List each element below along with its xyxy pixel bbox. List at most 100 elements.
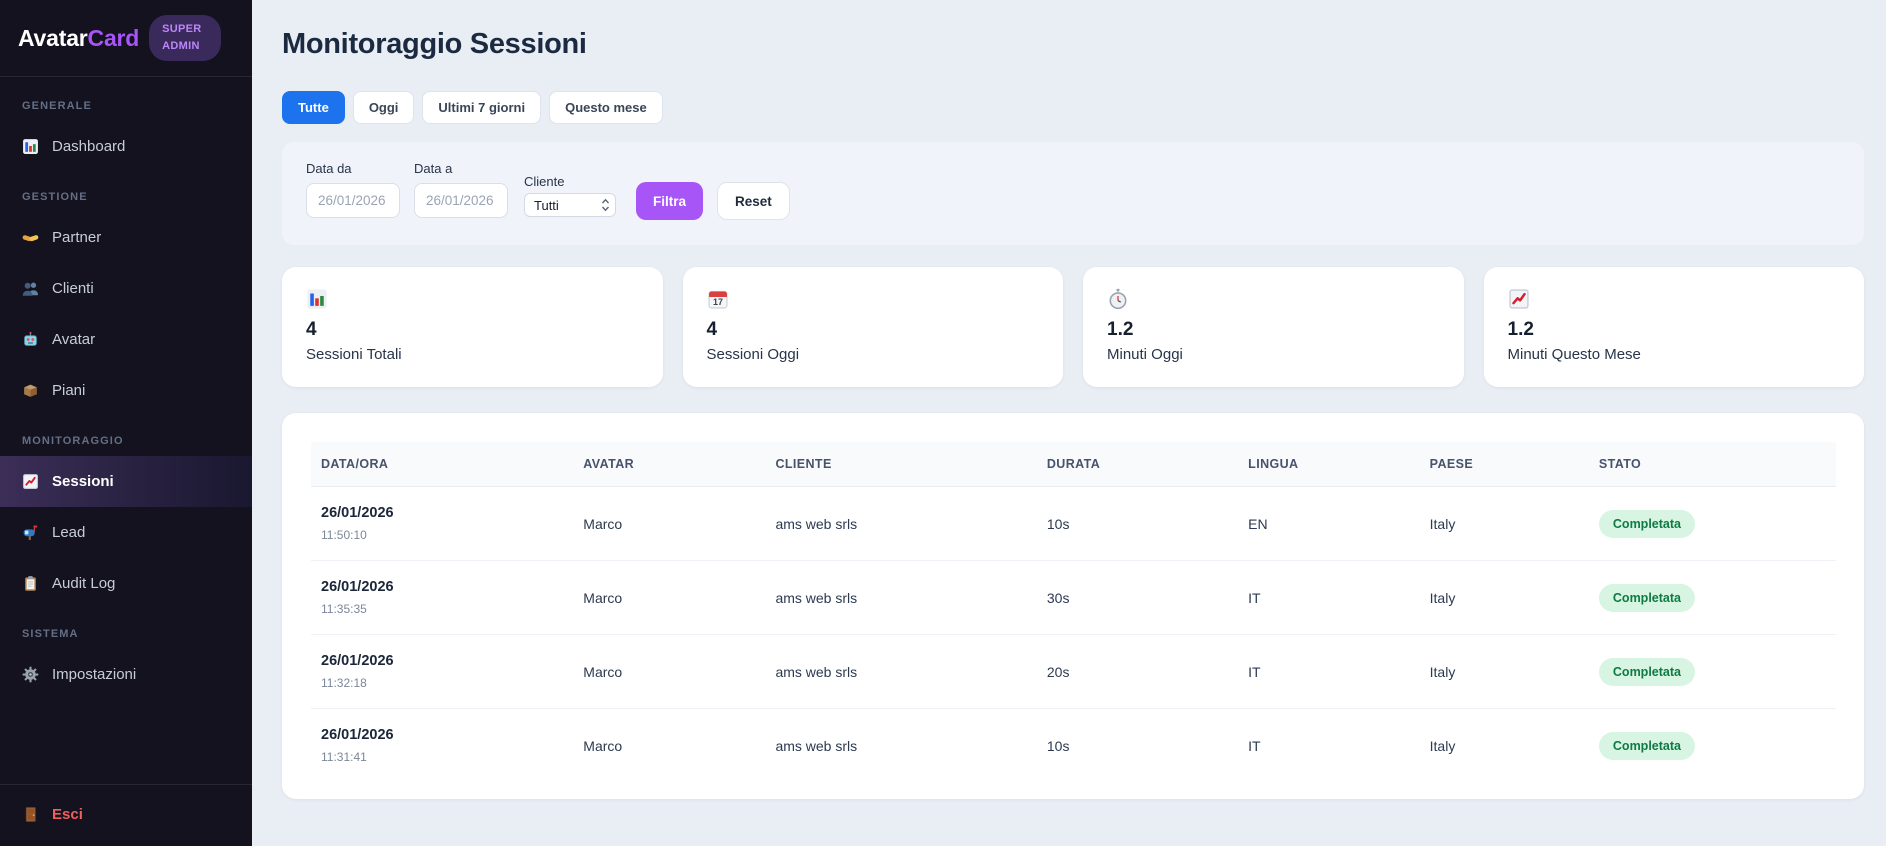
- date-to-field: Data a: [414, 161, 508, 218]
- bar-chart-icon: [23, 139, 38, 155]
- table-row: 26/01/2026 11:32:18 Marco ams web srls 20…: [311, 634, 1836, 709]
- users-icon: [22, 282, 38, 296]
- select-chevrons-icon: [601, 198, 610, 212]
- package-icon: [24, 384, 37, 397]
- page-title: Monitoraggio Sessioni: [282, 28, 587, 60]
- sidebar-nav: GENERALE Dashboard GESTIONE Partner Clie…: [0, 77, 252, 784]
- tab-tutte[interactable]: Tutte: [282, 91, 345, 124]
- session-lingua: IT: [1248, 737, 1261, 754]
- tab-questo-mese[interactable]: Questo mese: [549, 91, 663, 124]
- stat-card-sessioni-totali: 4 Sessioni Totali: [282, 267, 663, 387]
- session-paese: Italy: [1419, 634, 1589, 709]
- session-date: 26/01/2026: [321, 505, 394, 521]
- tab-oggi[interactable]: Oggi: [352, 91, 415, 124]
- logout-label: Esci: [52, 806, 83, 823]
- session-time: 11:35:35: [321, 602, 367, 616]
- table-row: 26/01/2026 11:50:10 Marco ams web srls 10…: [311, 486, 1836, 561]
- nav-section-sistema: SISTEMA: [22, 628, 79, 641]
- bar-chart-icon: [307, 289, 327, 309]
- sidebar-item-impostazioni[interactable]: Impostazioni: [0, 649, 252, 700]
- session-paese: Italy: [1429, 737, 1456, 754]
- stat-card-minuti-questo-mese: 1.2 Minuti Questo Mese: [1483, 267, 1864, 387]
- sidebar-item-label: Partner: [52, 229, 102, 247]
- date-to-input[interactable]: [414, 183, 508, 218]
- table-row: 26/01/2026 11:35:35 Marco ams web srls 30…: [311, 560, 1836, 635]
- logout-button[interactable]: Esci: [0, 784, 252, 846]
- session-time: 11:50:10: [321, 528, 367, 542]
- nav-section-generale: GENERALE: [22, 100, 92, 113]
- session-time: 11:31:41: [321, 750, 367, 765]
- sidebar-item-partner[interactable]: Partner: [0, 212, 252, 263]
- column-header-durata: DURATA: [1036, 442, 1239, 487]
- chart-up-icon: [23, 474, 38, 490]
- sidebar-item-clienti[interactable]: Clienti: [0, 263, 252, 314]
- role-badge: SUPER ADMIN: [149, 15, 222, 62]
- status-badge: Completata: [1598, 657, 1695, 686]
- session-time: 11:32:18: [321, 676, 367, 690]
- client-select[interactable]: Tutti: [524, 193, 616, 217]
- period-tabs: Tutte Oggi Ultimi 7 giorni Questo mese: [282, 91, 1864, 124]
- stopwatch-icon: [1109, 288, 1127, 310]
- sidebar-item-label: Lead: [52, 524, 86, 542]
- stat-label: Sessioni Totali: [306, 346, 402, 363]
- sidebar-item-label: Dashboard: [52, 138, 126, 156]
- status-badge: Completata: [1598, 731, 1695, 760]
- sidebar-item-dashboard[interactable]: Dashboard: [0, 121, 252, 172]
- status-badge: Completata: [1598, 583, 1695, 612]
- mailbox-icon: [23, 525, 38, 541]
- filtra-button[interactable]: Filtra: [636, 182, 704, 220]
- session-cliente: ams web srls: [765, 560, 1037, 635]
- stat-label: Minuti Questo Mese: [1507, 346, 1641, 363]
- reset-button[interactable]: Reset: [717, 182, 790, 220]
- session-durata: 30s: [1036, 560, 1239, 635]
- tab-ultimi-7-giorni[interactable]: Ultimi 7 giorni: [422, 91, 542, 124]
- client-select-value: Tutti: [534, 197, 559, 213]
- sessions-table-card: DATA/ORA AVATAR CLIENTE DURATA LINGUA PA…: [282, 413, 1864, 799]
- session-avatar: Marco: [573, 634, 766, 709]
- column-header-stato: STATO: [1588, 442, 1836, 487]
- robot-icon: [24, 331, 37, 346]
- column-header-lingua: LINGUA: [1238, 442, 1420, 487]
- sidebar-item-audit-log[interactable]: Audit Log: [0, 558, 252, 609]
- sidebar-item-piani[interactable]: Piani: [0, 365, 252, 416]
- column-header-data-ora: DATA/ORA: [311, 442, 574, 487]
- session-lingua: EN: [1238, 486, 1420, 561]
- column-header-avatar: AVATAR: [573, 442, 766, 487]
- stat-cards: 4 Sessioni Totali 17 4 Sessioni Oggi 1.2…: [282, 267, 1864, 387]
- gear-icon: [22, 666, 39, 683]
- session-durata: 10s: [1036, 486, 1239, 561]
- session-avatar: Marco: [573, 560, 766, 635]
- brand-name: AvatarCard: [18, 24, 140, 51]
- clipboard-icon: [25, 576, 36, 591]
- date-to-label: Data a: [414, 161, 453, 176]
- sidebar-item-sessioni[interactable]: Sessioni: [0, 456, 252, 508]
- session-cliente: ams web srls: [765, 486, 1037, 561]
- sidebar-item-label: Audit Log: [52, 575, 116, 593]
- sidebar-item-lead[interactable]: Lead: [0, 507, 252, 558]
- session-paese: Italy: [1419, 486, 1589, 561]
- client-field: Cliente Tutti: [524, 174, 616, 217]
- sidebar-item-label: Avatar: [52, 331, 96, 349]
- sidebar-item-avatar[interactable]: Avatar: [0, 314, 252, 365]
- handshake-icon: [22, 235, 39, 242]
- main-content: Monitoraggio Sessioni Tutte Oggi Ultimi …: [252, 0, 1886, 846]
- client-label: Cliente: [524, 174, 565, 189]
- session-date: 26/01/2026: [321, 727, 394, 744]
- sidebar-item-label: Clienti: [52, 280, 94, 298]
- session-durata: 20s: [1036, 634, 1239, 709]
- table-header-row: DATA/ORA AVATAR CLIENTE DURATA LINGUA PA…: [311, 442, 1836, 487]
- date-from-label: Data da: [306, 161, 352, 176]
- date-from-field: Data da: [306, 161, 400, 218]
- door-icon: [25, 807, 36, 822]
- sessions-table: DATA/ORA AVATAR CLIENTE DURATA LINGUA PA…: [311, 442, 1836, 783]
- session-paese: Italy: [1419, 560, 1589, 635]
- calendar-day-number: 17: [713, 297, 723, 307]
- stat-card-minuti-oggi: 1.2 Minuti Oggi: [1083, 267, 1464, 387]
- sidebar-item-label: Impostazioni: [52, 666, 137, 684]
- session-date: 26/01/2026: [321, 653, 394, 669]
- calendar-icon: 17: [708, 290, 727, 309]
- column-header-cliente: CLIENTE: [765, 442, 1037, 487]
- column-header-paese: PAESE: [1419, 442, 1589, 487]
- session-date: 26/01/2026: [321, 579, 394, 595]
- date-from-input[interactable]: [306, 183, 400, 218]
